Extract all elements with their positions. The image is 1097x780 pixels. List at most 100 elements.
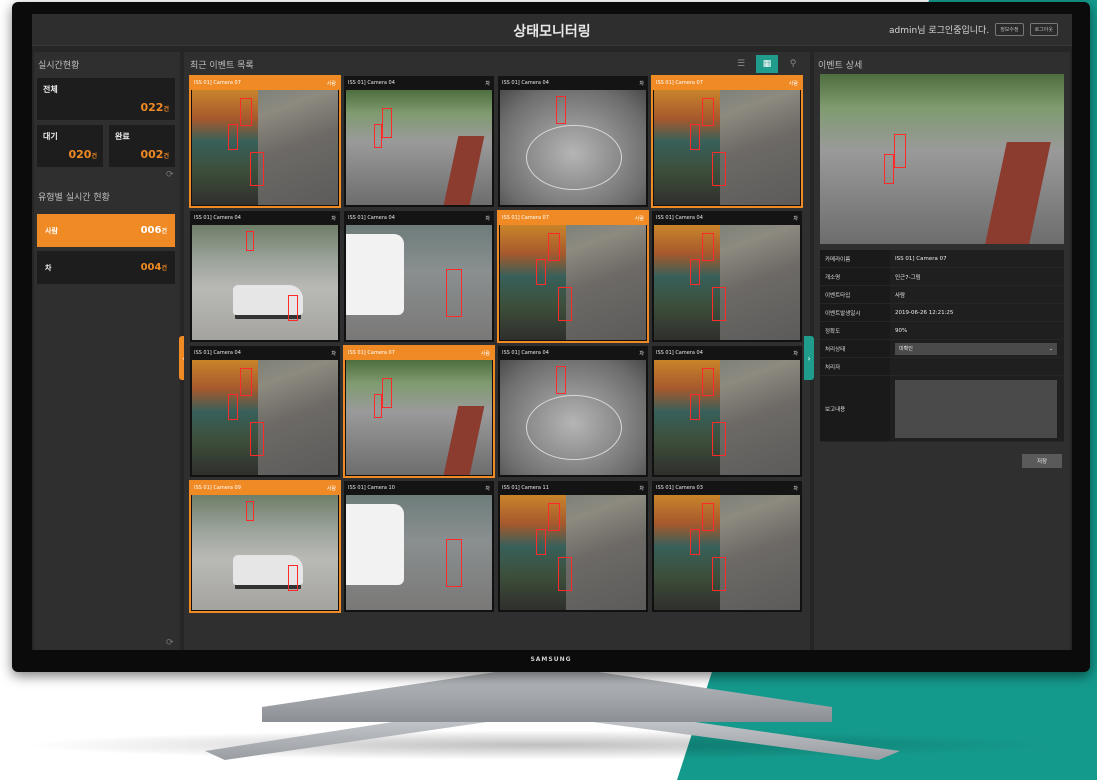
screen: 상태모니터링 admin님 로그인중입니다. 정보수정 로그아웃 실시간현황 전… — [32, 14, 1072, 650]
detection-box — [702, 368, 714, 396]
event-card-type: 사람 — [788, 80, 798, 87]
list-view-icon[interactable]: ☰ — [730, 55, 752, 73]
event-card[interactable]: ISS 01] Camera 03 차 — [652, 481, 802, 612]
detection-box — [702, 233, 714, 261]
detail-value: 90% — [895, 327, 908, 334]
detail-key: 카메라이름 — [820, 250, 890, 267]
detection-box — [536, 259, 546, 285]
detection-box — [374, 394, 382, 418]
refresh-icon[interactable]: ⟳ — [166, 170, 174, 180]
event-card[interactable]: ISS 01] Camera 04 차 — [652, 211, 802, 342]
event-card-image — [654, 90, 800, 205]
event-list-title: 최근 이벤트 목록 — [190, 61, 254, 71]
detection-box — [548, 233, 560, 261]
event-card-camera: ISS 01] Camera 07 — [502, 215, 549, 221]
event-card-image — [346, 225, 492, 340]
event-card-header: ISS 01] Camera 10 차 — [344, 481, 494, 495]
event-card-type: 사람 — [480, 350, 490, 357]
detection-box — [690, 259, 700, 285]
detail-row: 카메라이름 ISS 01] Camera 07 — [820, 250, 1064, 268]
report-textarea[interactable] — [895, 380, 1057, 438]
type-row-label: 사람 — [45, 226, 58, 235]
detail-row-status: 처리상태 미확인 ⌄ — [820, 340, 1064, 358]
event-card-type: 사람 — [634, 215, 644, 222]
event-card[interactable]: ISS 01] Camera 07 사람 — [651, 75, 803, 208]
event-card-header: ISS 01] Camera 07 사람 — [344, 346, 494, 360]
detection-box — [712, 287, 726, 321]
refresh-icon[interactable]: ⟳ — [166, 638, 174, 648]
detection-box — [228, 124, 238, 150]
type-row-car[interactable]: 차 004건 — [37, 251, 175, 284]
detail-row: 정확도 90% — [820, 322, 1064, 340]
detection-box — [556, 96, 566, 124]
event-card-type: 차 — [639, 485, 644, 492]
status-select[interactable]: 미확인 ⌄ — [895, 342, 1057, 355]
left-panel: 실시간현황 전체 022건 대기 020건 완료 002건 ⟳ 유형별 실시간 … — [34, 52, 180, 650]
stat-waiting-value: 020건 — [68, 148, 98, 161]
event-card-header: ISS 01] Camera 04 차 — [190, 346, 340, 360]
event-card[interactable]: ISS 01] Camera 04 차 — [498, 76, 648, 207]
map-pin-icon[interactable]: ⚲ — [782, 55, 804, 73]
detection-box — [558, 287, 572, 321]
event-card-image — [654, 360, 800, 475]
edit-info-button[interactable]: 정보수정 — [995, 23, 1024, 36]
event-card-type: 차 — [331, 350, 336, 357]
event-card-image — [192, 225, 338, 340]
type-row-person[interactable]: 사람 006건 — [37, 214, 175, 247]
detail-row-report: 보고내용 — [820, 376, 1064, 442]
event-card-image — [192, 360, 338, 475]
save-button[interactable]: 저장 — [1022, 454, 1062, 468]
event-card[interactable]: ISS 01] Camera 10 차 — [344, 481, 494, 612]
event-card[interactable]: ISS 01] Camera 07 사람 — [497, 210, 649, 343]
event-card[interactable]: ISS 01] Camera 04 차 — [190, 211, 340, 342]
grid-view-icon[interactable]: ▦ — [756, 55, 778, 73]
detail-value: 인근7-그림 — [895, 274, 921, 281]
event-card[interactable]: ISS 01] Camera 11 차 — [498, 481, 648, 612]
detection-box — [712, 152, 726, 186]
chevron-down-icon: ⌄ — [1048, 345, 1053, 352]
detection-box — [702, 98, 714, 126]
event-card-header: ISS 01] Camera 07 사람 — [190, 76, 340, 90]
event-card-header: ISS 01] Camera 04 차 — [190, 211, 340, 225]
event-card[interactable]: ISS 01] Camera 04 차 — [498, 346, 648, 477]
detail-key: 이벤트발생일시 — [820, 304, 890, 321]
next-page-arrow-icon[interactable]: › — [804, 336, 814, 380]
detail-row: 이벤트발생일시 2019-06-26 12:21:25 — [820, 304, 1064, 322]
event-card-header: ISS 01] Camera 07 사람 — [652, 76, 802, 90]
event-card-type: 차 — [485, 485, 490, 492]
event-card-type: 차 — [793, 215, 798, 222]
event-card[interactable]: ISS 01] Camera 09 사람 — [189, 480, 341, 613]
detection-box — [382, 108, 392, 138]
detection-box — [884, 154, 894, 184]
event-card[interactable]: ISS 01] Camera 07 사람 — [343, 345, 495, 478]
event-card-camera: ISS 01] Camera 04 — [656, 350, 703, 356]
event-card-type: 차 — [331, 215, 336, 222]
event-card-camera: ISS 01] Camera 04 — [502, 350, 549, 356]
event-list-panel: 최근 이벤트 목록 ☰ ▦ ⚲ ISS 01] Camera 07 사람 ISS 0… — [184, 52, 810, 650]
event-card[interactable]: ISS 01] Camera 07 사람 — [189, 75, 341, 208]
detail-row: 개소명 인근7-그림 — [820, 268, 1064, 286]
event-card[interactable]: ISS 01] Camera 04 차 — [190, 346, 340, 477]
type-row-value: 004건 — [140, 262, 167, 273]
event-card[interactable]: ISS 01] Camera 04 차 — [344, 211, 494, 342]
event-card-camera: ISS 01] Camera 04 — [502, 80, 549, 86]
event-card-camera: ISS 01] Camera 07 — [348, 350, 395, 356]
detection-box — [446, 539, 462, 587]
stat-done: 완료 002건 — [109, 125, 175, 167]
realtime-status-title: 실시간현황 — [38, 61, 80, 71]
event-grid: ISS 01] Camera 07 사람 ISS 01] Camera 04 차 ISS… — [189, 75, 804, 613]
view-toggle: ☰ ▦ ⚲ — [730, 55, 804, 73]
event-card[interactable]: ISS 01] Camera 04 차 — [344, 76, 494, 207]
event-card-camera: ISS 01] Camera 04 — [194, 215, 241, 221]
event-detail-image — [820, 74, 1064, 244]
logout-button[interactable]: 로그아웃 — [1029, 23, 1058, 36]
event-card-image — [500, 90, 646, 205]
event-card-camera: ISS 01] Camera 04 — [348, 215, 395, 221]
event-card-camera: ISS 01] Camera 07 — [194, 80, 241, 86]
stage: SAMSUNG 상태모니터링 admin님 로그인중입니다. 정보수정 로그아웃… — [0, 0, 1097, 780]
detail-value: ISS 01] Camera 07 — [895, 255, 947, 262]
user-status-text: admin님 로그인중입니다. — [889, 26, 990, 36]
event-card[interactable]: ISS 01] Camera 04 차 — [652, 346, 802, 477]
event-card-header: ISS 01] Camera 09 사람 — [190, 481, 340, 495]
detection-box — [250, 422, 264, 456]
